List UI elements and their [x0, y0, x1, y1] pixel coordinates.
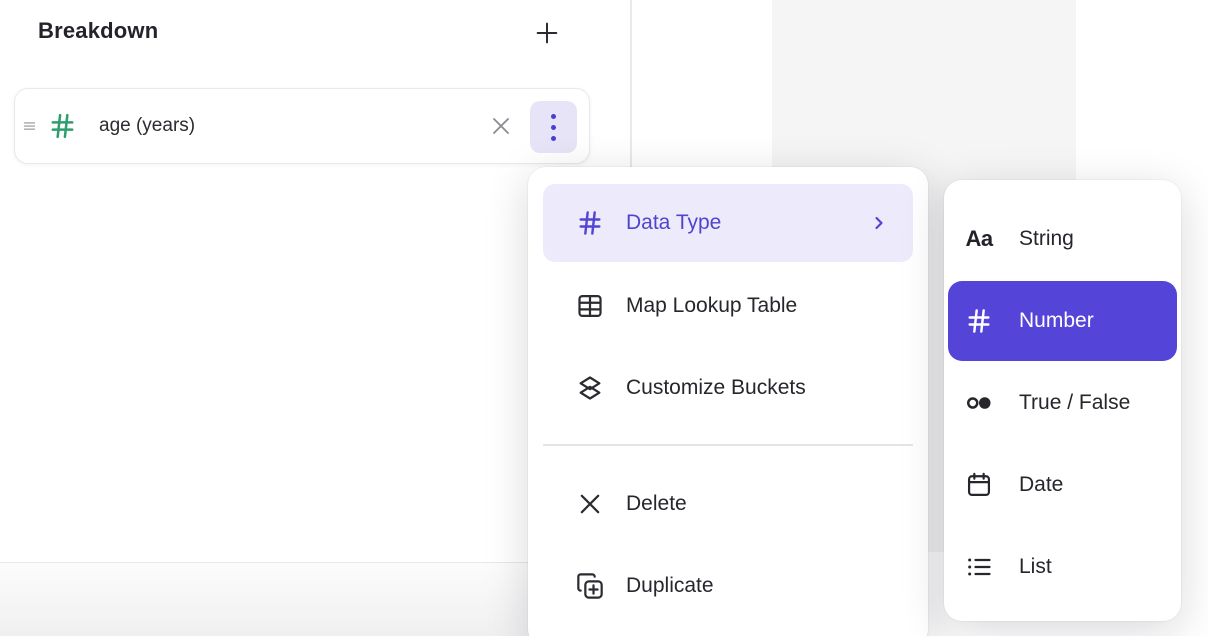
x-icon — [576, 490, 604, 518]
calendar-icon — [963, 471, 995, 499]
copy-plus-icon — [576, 572, 604, 600]
menu-item-label: Data Type — [626, 211, 721, 235]
list-icon — [963, 553, 995, 581]
chevron-right-icon — [869, 213, 889, 233]
submenu-item-label: List — [1019, 555, 1052, 579]
close-icon — [489, 114, 513, 138]
app-canvas: Breakdown age (years) Data — [0, 0, 1208, 636]
hash-icon — [576, 209, 604, 237]
field-menu-button[interactable] — [530, 101, 577, 153]
letters-icon: Aa — [963, 226, 995, 252]
submenu-item-date[interactable]: Date — [948, 445, 1177, 525]
submenu-item-number[interactable]: Number — [948, 281, 1177, 361]
submenu-item-string[interactable]: Aa String — [948, 199, 1177, 279]
submenu-item-list[interactable]: List — [948, 527, 1177, 607]
drag-handle-icon[interactable] — [22, 118, 37, 135]
menu-item-map-lookup-table[interactable]: Map Lookup Table — [543, 267, 913, 345]
hash-icon — [963, 307, 995, 335]
field-name: age (years) — [99, 115, 195, 137]
add-breakdown-button[interactable] — [530, 16, 564, 50]
number-type-hash-icon — [48, 112, 77, 141]
data-type-submenu: Aa String Number True / False Date — [944, 180, 1181, 621]
submenu-item-label: True / False — [1019, 391, 1130, 415]
submenu-item-label: Number — [1019, 309, 1094, 333]
page-title: Breakdown — [38, 18, 158, 44]
menu-item-label: Customize Buckets — [626, 376, 806, 400]
boolean-circles-icon — [963, 388, 995, 418]
menu-item-customize-buckets[interactable]: Customize Buckets — [543, 349, 913, 427]
plus-icon — [533, 19, 561, 47]
menu-item-label: Duplicate — [626, 574, 714, 598]
submenu-item-label: Date — [1019, 473, 1063, 497]
menu-item-delete[interactable]: Delete — [543, 465, 913, 543]
kebab-menu-icon — [551, 114, 556, 141]
submenu-item-label: String — [1019, 227, 1074, 251]
left-panel-footer — [0, 562, 529, 636]
menu-item-label: Delete — [626, 492, 687, 516]
remove-field-button[interactable] — [488, 113, 514, 139]
menu-item-duplicate[interactable]: Duplicate — [543, 547, 913, 625]
submenu-item-true-false[interactable]: True / False — [948, 363, 1177, 443]
menu-divider — [543, 444, 913, 446]
menu-item-label: Map Lookup Table — [626, 294, 797, 318]
layers-icon — [576, 374, 604, 402]
breakdown-field-card: age (years) — [14, 88, 590, 164]
field-context-menu: Data Type Map Lookup Table Customize Buc… — [528, 167, 928, 636]
menu-item-data-type[interactable]: Data Type — [543, 184, 913, 262]
table-icon — [576, 292, 604, 320]
